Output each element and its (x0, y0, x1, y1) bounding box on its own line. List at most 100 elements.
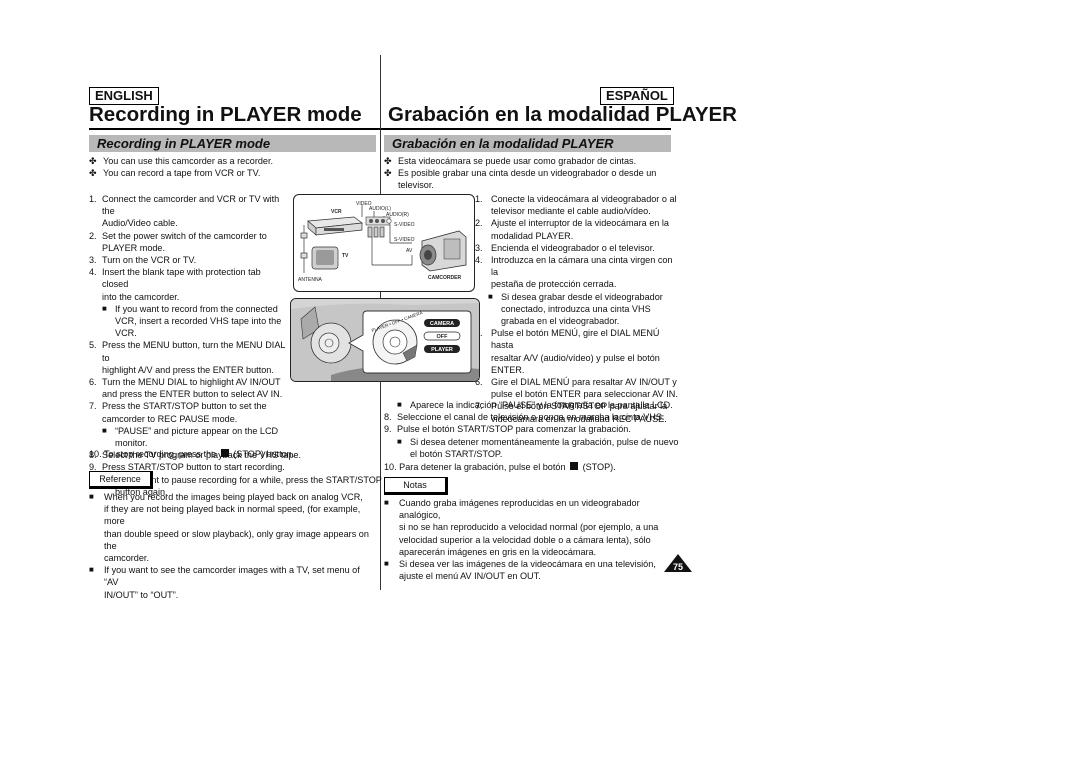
spanish-title-rule (381, 128, 671, 130)
label-antenna: ANTENNA (298, 277, 323, 283)
page-number: 75 (673, 562, 683, 572)
mode-camera-label: CAMERA (430, 321, 454, 327)
antenna-cable (300, 225, 308, 273)
step-text: Press the MENU button, turn the MENU DIA… (102, 340, 286, 363)
step-line: pestaña de protección cerrada. (475, 278, 680, 290)
step-text: Pulse el botón MENÚ, gire el DIAL MENÚ h… (491, 328, 660, 351)
stop-icon (570, 462, 579, 470)
step-text: and press the ENTER button to select AV … (102, 389, 283, 400)
vcr-icon (307, 216, 363, 236)
step-text: televisor mediante el cable audio/vídeo. (491, 206, 651, 217)
sub-step-line: ■ Si desea detener momentáneamente la gra… (384, 436, 684, 448)
step-line: 4. Insert the blank tape with protection … (89, 266, 289, 290)
step-text: Audio/Video cable. (102, 218, 178, 229)
reference-label: Reference (89, 471, 153, 489)
step-line: camcorder to REC PAUSE mode. (89, 413, 289, 425)
step-number: 5. (89, 340, 97, 351)
step-text: Aparece la indicación “PAUSE” y la fotog… (410, 400, 673, 410)
note-line: ■ Si desea ver las imágenes de la videocá… (384, 558, 674, 570)
step-line: and press the ENTER button to select AV … (89, 388, 289, 400)
step-number: 3. (89, 255, 97, 266)
step-text: pestaña de protección cerrada. (491, 279, 617, 290)
step-text: camcorder to REC PAUSE mode. (102, 413, 238, 424)
step-line: televisor mediante el cable audio/vídeo. (475, 205, 680, 217)
mode-player-label: PLAYER (431, 347, 453, 353)
note-text: IN/OUT” to “OUT”. (104, 589, 179, 600)
step-text: Ajuste el interruptor de la videocámara … (491, 218, 669, 229)
square-bullet-icon: ■ (89, 565, 94, 575)
english-title-rule (89, 128, 380, 130)
sub-step-line: ■ If you want to record from the connecte… (89, 303, 289, 315)
step-number: 4. (89, 267, 97, 278)
step-text: PLAYER mode. (102, 242, 166, 253)
step-line: 5. Press the MENU button, turn the MENU D… (89, 339, 289, 363)
step-text: Introduzca en la cámara una cinta virgen… (491, 255, 673, 278)
step-text: Gire el DIAL MENÚ para resaltar AV IN/OU… (491, 377, 677, 388)
square-bullet-icon: ■ (397, 400, 402, 409)
square-bullet-icon: ■ (102, 303, 107, 313)
step-number: 8. (384, 412, 392, 423)
stop-icon (220, 449, 229, 457)
av-jack-panel (365, 216, 392, 226)
step-text: Insert the blank tape with protection ta… (102, 267, 261, 290)
bullet-icon: ✤ (89, 168, 97, 179)
step-number: 3. (475, 242, 483, 253)
square-bullet-icon: ■ (384, 498, 389, 507)
step-text: If you want to record from the connected (115, 303, 278, 314)
note-line: IN/OUT” to “OUT”. (89, 589, 374, 601)
label-tv: TV (342, 253, 349, 259)
step-line: modalidad PLAYER. (475, 230, 680, 242)
step-line: 1. Conecte la videocámara al videograbado… (475, 193, 680, 205)
step-number: 1. (89, 194, 97, 204)
step-line: 6. Turn the MENU DIAL to highlight AV IN/… (89, 376, 289, 388)
step-text: Turn the MENU DIAL to highlight AV IN/OU… (102, 377, 281, 388)
page-number-badge: 75 (664, 554, 692, 572)
step-line: 2. Set the power switch of the camcorder … (89, 230, 289, 242)
step-line: highlight A/V and press the ENTER button… (89, 364, 289, 376)
notes-label: Notas (384, 477, 448, 495)
spanish-page-title: Grabación en la modalidad PLAYER (388, 103, 737, 126)
step-line: 4. Introduzca en la cámara una cinta virg… (475, 254, 680, 278)
mode-off-label: OFF (437, 334, 449, 340)
square-bullet-icon: ■ (102, 425, 107, 435)
note-text: velocidad superior a la velocidad doble … (399, 534, 651, 545)
step-line: 9. Pulse el botón START/STOP para comenza… (384, 423, 684, 435)
step-text: Connect the camcorder and VCR or TV with… (102, 194, 280, 217)
sub-step-line: el botón START/STOP. (384, 448, 684, 460)
tv-icon (311, 246, 339, 270)
step-text: Si desea grabar desde el videograbador (501, 291, 663, 302)
spanish-intro-list: ✤ Esta videocámara se puede usar como gra… (384, 155, 684, 192)
sub-step-line: ■ Si desea grabar desde el videograbador (475, 291, 680, 303)
step-text: VCR, insert a recorded VHS tape into the (115, 316, 282, 327)
note-text: Si desea ver las imágenes de la videocám… (399, 559, 656, 570)
square-bullet-icon: ■ (89, 492, 94, 501)
step-text: VCR. (115, 328, 137, 339)
step-line: Audio/Video cable. (89, 217, 289, 229)
bullet-icon: ✤ (384, 168, 392, 179)
note-text: ajuste el menú AV IN/OUT en OUT. (399, 571, 541, 582)
note-line: velocidad superior a la velocidad doble … (384, 534, 674, 546)
note-text: if they are not being played back in nor… (104, 504, 361, 527)
step-number: 4. (475, 255, 483, 266)
intro-item: ✤ Es posible grabar una cinta desde un vi… (384, 168, 657, 191)
note-line: ■ If you want to see the camcorder images… (89, 564, 374, 588)
step-text: conectado, introduzca una cinta VHS (501, 303, 651, 314)
note-text: si no se han reproducido a velocidad nor… (399, 522, 659, 533)
note-text: Cuando graba imágenes reproducidas en un… (399, 498, 640, 521)
note-line: ■ Cuando graba imágenes reproducidas en u… (384, 497, 674, 521)
spanish-section-heading: Grabación en la modalidad PLAYER (384, 135, 671, 152)
step-text: Seleccione el canal de televisión o pong… (397, 412, 665, 423)
step-text: Turn on the VCR or TV. (102, 255, 197, 266)
sub-step-line: grabada en el videograbador. (475, 315, 680, 327)
step-text: Pulse el botón START/STOP para comenzar … (397, 424, 631, 435)
